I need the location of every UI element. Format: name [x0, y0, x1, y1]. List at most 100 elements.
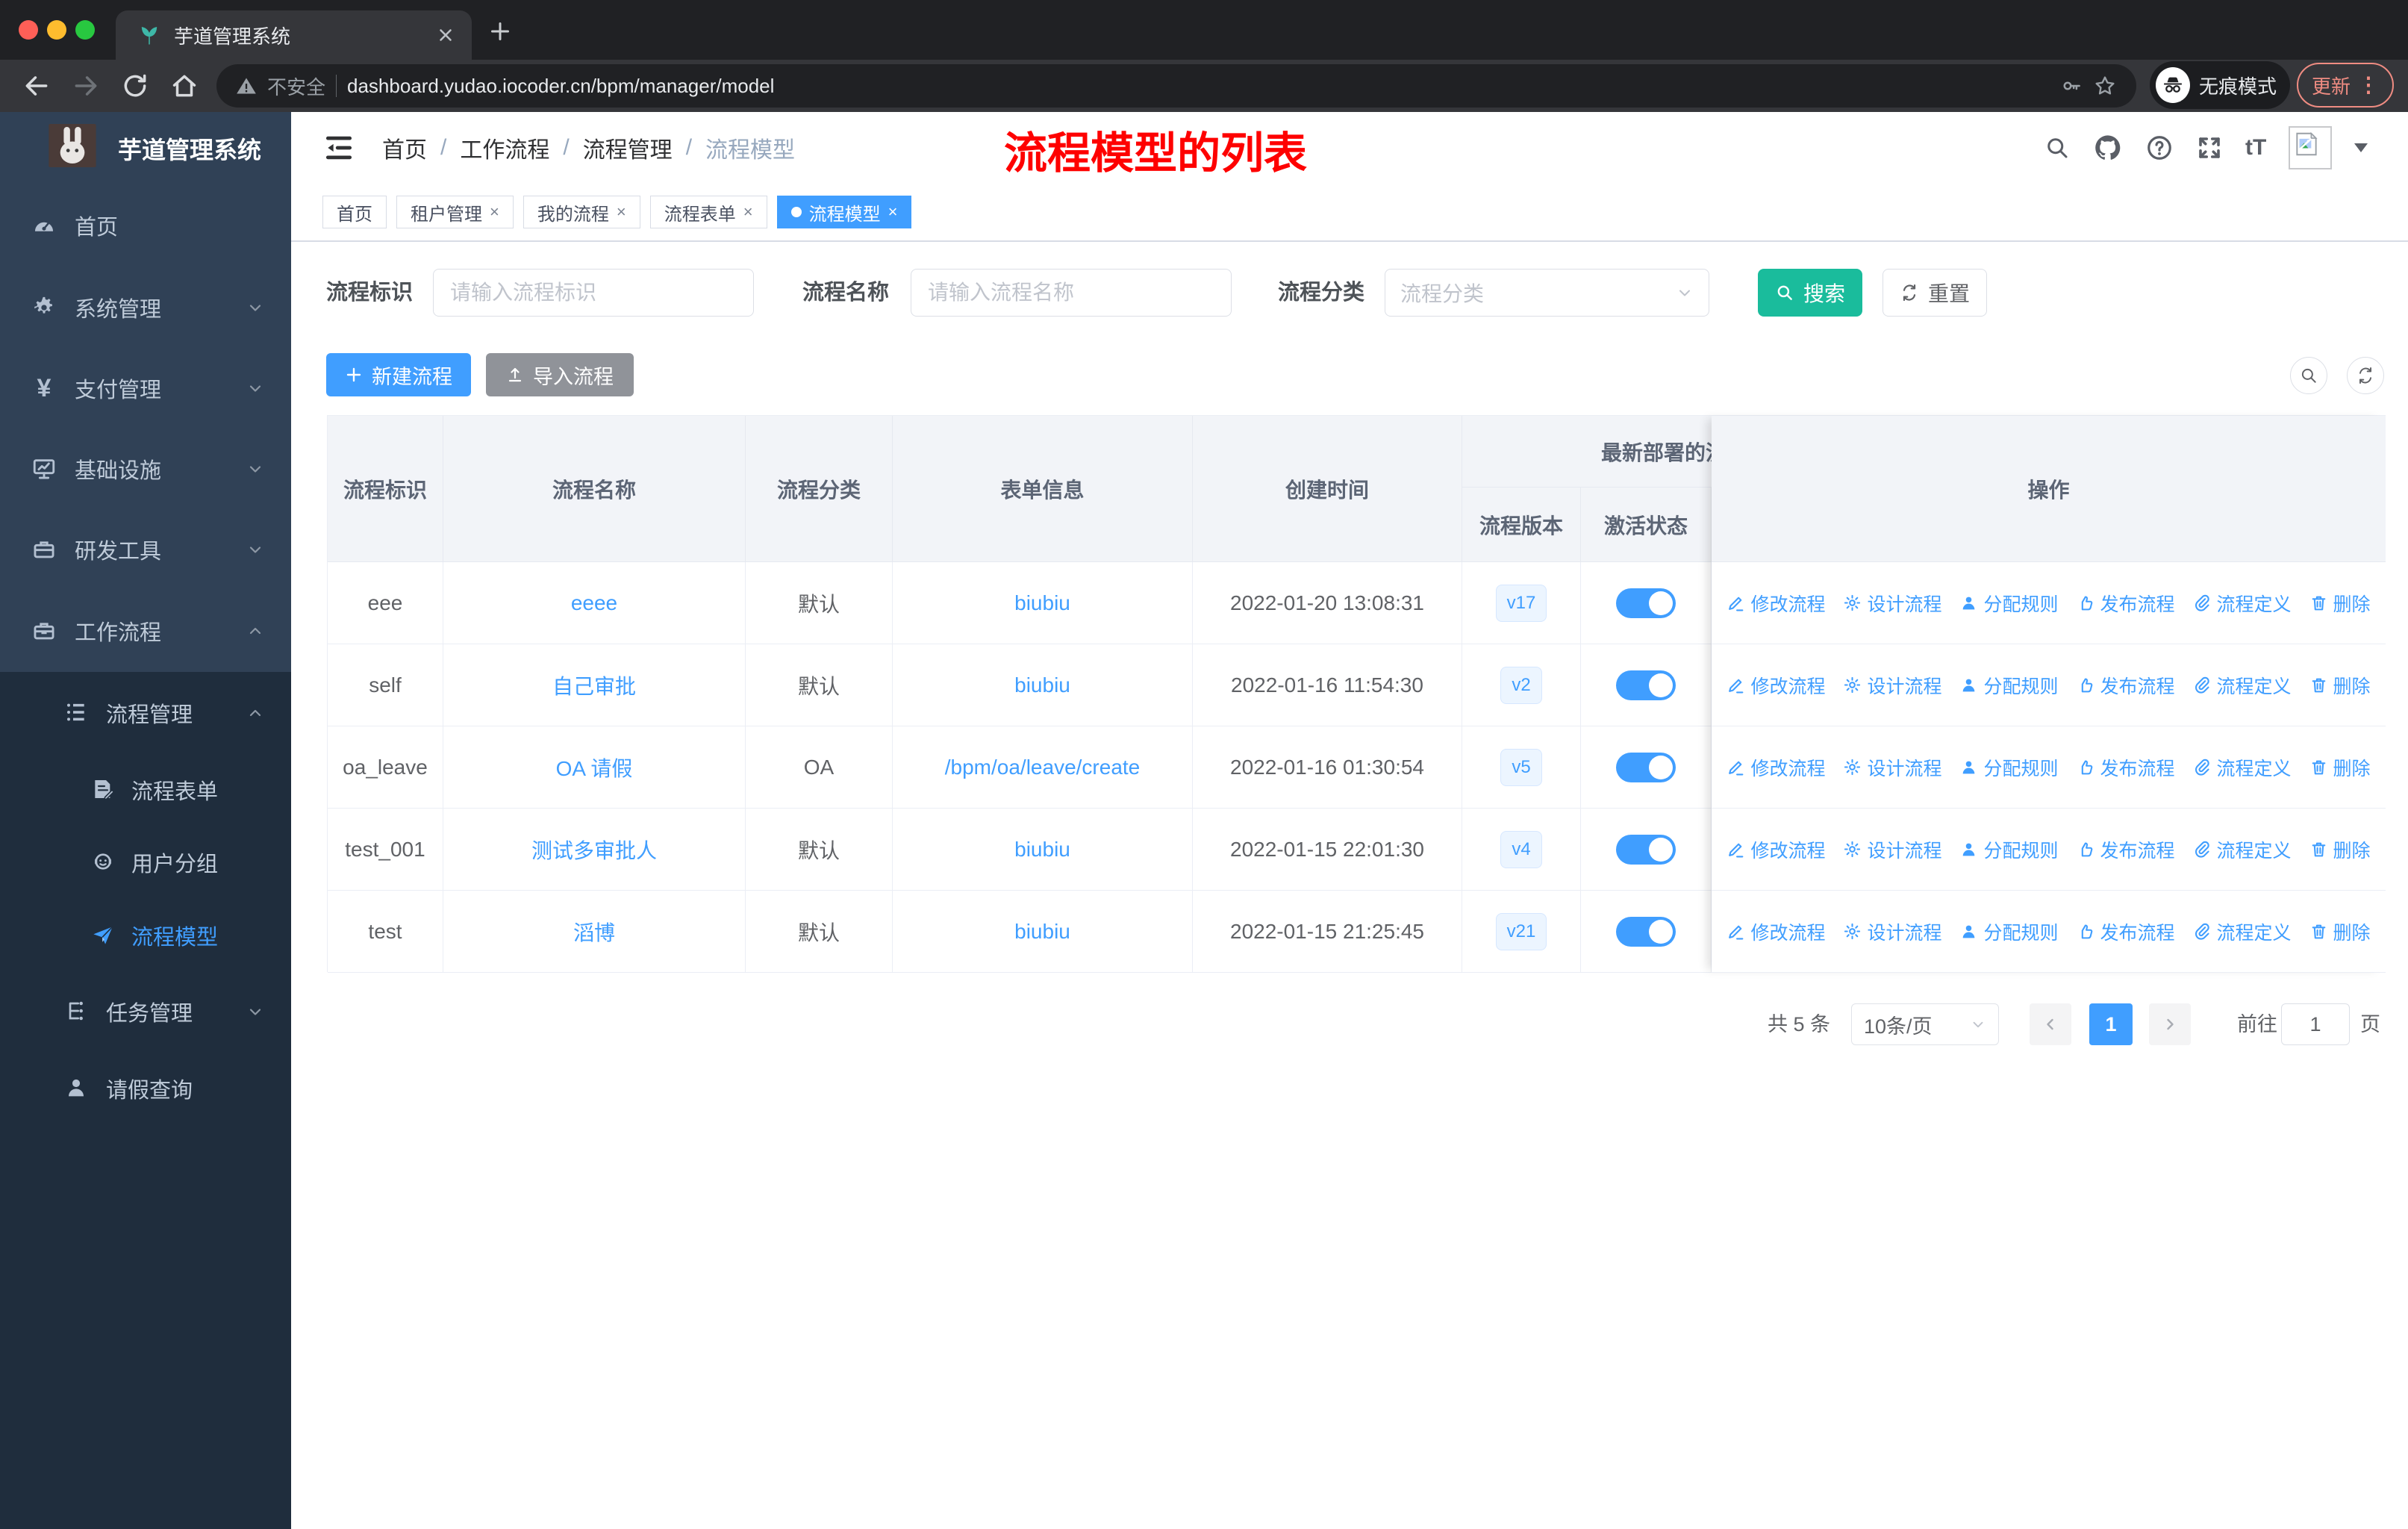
sidebar-item-infra[interactable]: 基础设施	[0, 448, 291, 490]
form-info-link[interactable]: biubiu	[1014, 673, 1070, 697]
home-icon[interactable]	[170, 72, 199, 100]
update-label[interactable]: 更新	[2312, 72, 2351, 99]
breadcrumb-home[interactable]: 首页	[382, 131, 427, 164]
action-delete[interactable]: 删除	[2309, 590, 2371, 617]
action-assign[interactable]: 分配规则	[1959, 672, 2059, 699]
window-close-button[interactable]	[19, 20, 38, 40]
sidebar-item-task-mgmt[interactable]: 任务管理	[0, 991, 291, 1033]
sidebar-item-pay[interactable]: ¥ 支付管理	[0, 367, 291, 409]
import-process-button[interactable]: 导入流程	[486, 353, 634, 396]
action-design[interactable]: 设计流程	[1843, 836, 1941, 863]
avatar-caret-icon[interactable]	[2354, 143, 2368, 152]
current-page-button[interactable]: 1	[2089, 1003, 2133, 1045]
bookmark-star-icon[interactable]	[2093, 74, 2117, 98]
breadcrumb-workflow[interactable]: 工作流程	[460, 131, 549, 164]
filter-name-input[interactable]	[911, 269, 1232, 317]
browser-tab[interactable]: 芋道管理系统	[116, 10, 472, 60]
sidebar-fold-icon[interactable]	[322, 131, 355, 164]
tag-process-model[interactable]: 流程模型 ×	[776, 196, 912, 228]
version-badge[interactable]: v21	[1495, 912, 1547, 950]
sidebar-item-process-mgmt[interactable]: 流程管理	[0, 692, 291, 734]
forward-icon[interactable]	[72, 72, 100, 100]
action-modify[interactable]: 修改流程	[1727, 918, 1825, 945]
tag-my-process[interactable]: 我的流程 ×	[523, 196, 640, 228]
action-definition[interactable]: 流程定义	[2193, 672, 2292, 699]
tag-home[interactable]: 首页	[322, 196, 387, 228]
reset-button[interactable]: 重置	[1883, 269, 1987, 317]
action-design[interactable]: 设计流程	[1843, 918, 1941, 945]
key-icon[interactable]	[2060, 75, 2083, 97]
sidebar-item-workflow[interactable]: 工作流程	[0, 610, 291, 652]
search-icon[interactable]	[2044, 134, 2071, 161]
action-delete[interactable]: 删除	[2309, 754, 2371, 781]
process-name-link[interactable]: eeee	[571, 591, 617, 615]
process-name-link[interactable]: 测试多审批人	[531, 835, 657, 865]
sidebar-item-process-form[interactable]: 流程表单	[0, 769, 291, 811]
process-name-link[interactable]: 自己审批	[552, 670, 636, 700]
sidebar-item-system[interactable]: 系统管理	[0, 287, 291, 328]
action-delete[interactable]: 删除	[2309, 672, 2371, 699]
next-page-button[interactable]	[2149, 1003, 2191, 1045]
action-assign[interactable]: 分配规则	[1959, 836, 2059, 863]
action-publish[interactable]: 发布流程	[2077, 590, 2175, 617]
breadcrumb-process-mgmt[interactable]: 流程管理	[583, 131, 673, 164]
tag-close-icon[interactable]: ×	[490, 204, 499, 220]
action-modify[interactable]: 修改流程	[1727, 754, 1825, 781]
active-toggle[interactable]	[1616, 670, 1676, 700]
back-icon[interactable]	[22, 72, 51, 100]
reload-icon[interactable]	[121, 72, 149, 100]
active-toggle[interactable]	[1616, 588, 1676, 618]
search-button[interactable]: 搜索	[1758, 269, 1862, 317]
font-size-icon[interactable]: tT	[2245, 135, 2266, 161]
sidebar-item-user-group[interactable]: 用户分组	[0, 841, 291, 883]
action-modify[interactable]: 修改流程	[1727, 836, 1825, 863]
help-icon[interactable]	[2145, 134, 2174, 162]
github-icon[interactable]	[2093, 133, 2123, 163]
action-publish[interactable]: 发布流程	[2077, 754, 2175, 781]
window-zoom-button[interactable]	[75, 20, 95, 40]
active-toggle[interactable]	[1616, 834, 1676, 865]
form-info-link[interactable]: /bpm/oa/leave/create	[945, 756, 1141, 779]
sidebar-item-process-model[interactable]: 流程模型	[0, 915, 291, 956]
active-toggle[interactable]	[1616, 752, 1676, 782]
action-assign[interactable]: 分配规则	[1959, 918, 2059, 945]
toggle-search-button[interactable]	[2290, 357, 2327, 394]
form-info-link[interactable]: biubiu	[1014, 920, 1070, 944]
action-definition[interactable]: 流程定义	[2193, 918, 2292, 945]
fullscreen-icon[interactable]	[2196, 134, 2223, 161]
prev-page-button[interactable]	[2030, 1003, 2071, 1045]
action-design[interactable]: 设计流程	[1843, 590, 1941, 617]
action-publish[interactable]: 发布流程	[2077, 918, 2175, 945]
version-badge[interactable]: v17	[1495, 584, 1547, 622]
version-badge[interactable]: v5	[1500, 748, 1542, 786]
active-toggle[interactable]	[1616, 916, 1676, 947]
action-definition[interactable]: 流程定义	[2193, 590, 2292, 617]
tab-close-icon[interactable]	[436, 25, 455, 45]
tag-close-icon[interactable]: ×	[617, 204, 626, 220]
action-assign[interactable]: 分配规则	[1959, 590, 2059, 617]
sidebar-item-dev[interactable]: 研发工具	[0, 529, 291, 570]
new-tab-button[interactable]	[487, 18, 514, 45]
action-assign[interactable]: 分配规则	[1959, 754, 2059, 781]
form-info-link[interactable]: biubiu	[1014, 591, 1070, 615]
page-size-select[interactable]: 10条/页	[1851, 1003, 1999, 1045]
action-modify[interactable]: 修改流程	[1727, 672, 1825, 699]
refresh-table-button[interactable]	[2347, 357, 2384, 394]
filter-category-select[interactable]: 流程分类	[1385, 269, 1709, 317]
action-publish[interactable]: 发布流程	[2077, 836, 2175, 863]
action-modify[interactable]: 修改流程	[1727, 590, 1825, 617]
sidebar-item-leave-query[interactable]: 请假查询	[0, 1068, 291, 1109]
tag-tenant[interactable]: 租户管理 ×	[396, 196, 514, 228]
tag-close-icon[interactable]: ×	[743, 204, 753, 220]
action-design[interactable]: 设计流程	[1843, 754, 1941, 781]
action-definition[interactable]: 流程定义	[2193, 836, 2292, 863]
create-process-button[interactable]: 新建流程	[326, 353, 471, 396]
window-minimize-button[interactable]	[47, 20, 66, 40]
process-name-link[interactable]: OA 请假	[556, 753, 633, 782]
action-publish[interactable]: 发布流程	[2077, 672, 2175, 699]
action-design[interactable]: 设计流程	[1843, 672, 1941, 699]
filter-id-input[interactable]	[433, 269, 754, 317]
avatar[interactable]	[2289, 126, 2333, 169]
browser-menu-icon[interactable]: ⋮	[2358, 75, 2379, 96]
process-name-link[interactable]: 滔博	[573, 917, 615, 947]
